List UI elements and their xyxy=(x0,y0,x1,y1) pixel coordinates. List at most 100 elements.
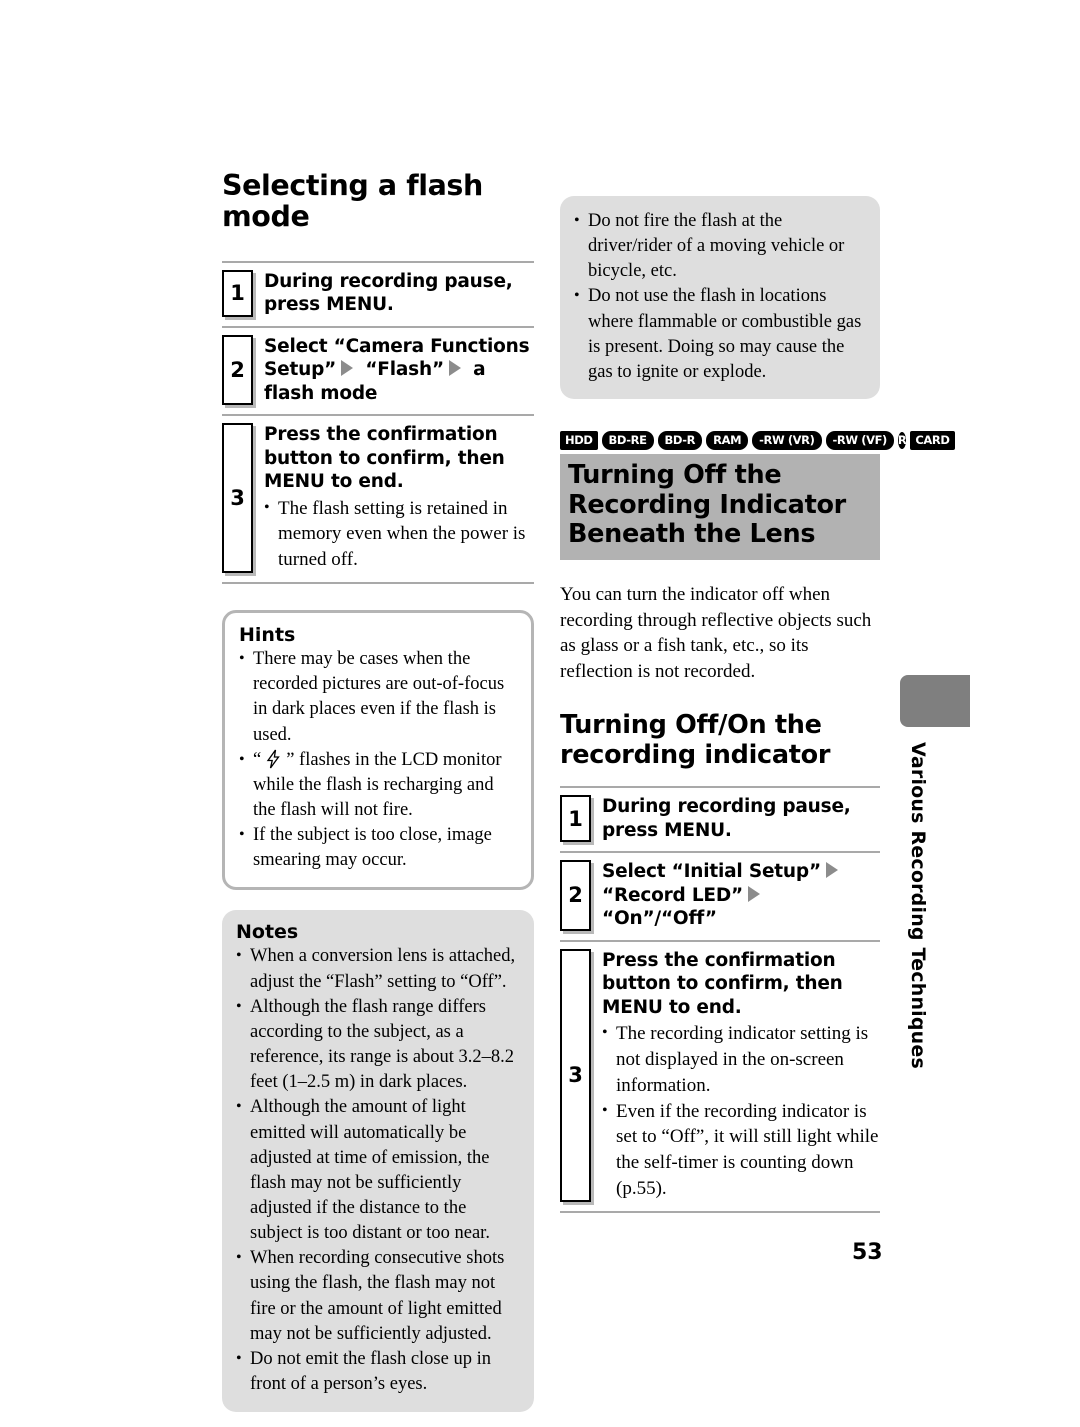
step-item: 1 During recording pause, press MENU. xyxy=(222,263,534,328)
bullet-dot: • xyxy=(239,650,245,668)
bullet-text: Even if the recording indicator is set t… xyxy=(616,1100,879,1200)
step-number: 3 xyxy=(222,423,253,574)
bullet-item: • The flash setting is retained in memor… xyxy=(264,496,534,573)
step-body: During recording pause, press MENU. xyxy=(602,795,880,842)
bullet-text: Although the flash range differs accordi… xyxy=(250,996,515,1093)
step-instruction: During recording pause, press MENU. xyxy=(264,270,513,316)
bullet-item: • There may be cases when the recorded p… xyxy=(239,647,517,748)
bullet-item: • Although the flash range differs accor… xyxy=(236,995,520,1096)
menu-path-part: “Flash” xyxy=(359,359,444,381)
step-instruction: Press the confirmation button to confirm… xyxy=(602,949,843,1018)
hints-title: Hints xyxy=(239,624,296,647)
menu-path-part: “On”/“Off” xyxy=(602,908,717,930)
bullet-text: Although the amount of light emitted wil… xyxy=(250,1097,490,1244)
step-instruction: During recording pause, press MENU. xyxy=(602,796,851,841)
step-instruction: Select “Camera Functions Setup” “Flash” … xyxy=(264,335,534,405)
step-number-wrap: 2 xyxy=(560,860,591,931)
bullet-item: • When a conversion lens is attached, ad… xyxy=(236,944,520,994)
bullet-item: • Even if the recording indicator is set… xyxy=(602,1099,880,1202)
bullet-item: • Although the amount of light emitted w… xyxy=(236,1095,520,1246)
step-note-list: • The flash setting is retained in memor… xyxy=(264,496,534,573)
recording-indicator-step-list: 1 During recording pause, press MENU. 2 … xyxy=(560,786,880,1213)
page-number: 53 xyxy=(852,1240,883,1265)
bullet-dot: • xyxy=(239,826,245,844)
media-icon-bd-r: BD-R xyxy=(657,431,703,451)
step-number-wrap: 3 xyxy=(222,423,253,574)
section-heading-text: Turning Off the Recording Indicator Bene… xyxy=(568,460,846,550)
section-heading-bar: Turning Off the Recording Indicator Bene… xyxy=(560,454,880,560)
bullet-text: If the subject is too close, image smear… xyxy=(253,825,492,871)
step-body: Select “Initial Setup” “Record LED” “On”… xyxy=(602,860,880,930)
bullet-item: • “” flashes in the LCD monitor while th… xyxy=(239,748,517,823)
bullet-dot: • xyxy=(574,212,580,229)
caution-list: • Do not fire the flash at the driver/ri… xyxy=(574,209,864,385)
bullet-item: • If the subject is too close, image sme… xyxy=(239,823,517,873)
step-number-wrap: 2 xyxy=(222,334,253,406)
caution-box: • Do not fire the flash at the driver/ri… xyxy=(560,196,880,400)
step-note-list: • The recording indicator setting is not… xyxy=(602,1021,880,1202)
left-column: Selecting a flash mode 1 During recordin… xyxy=(222,169,534,1413)
manual-page: Selecting a flash mode 1 During recordin… xyxy=(0,0,1080,1427)
bullet-dot: • xyxy=(574,287,580,305)
bullet-dot: • xyxy=(236,997,242,1015)
arrow-right-icon xyxy=(341,360,354,377)
hints-list: • There may be cases when the recorded p… xyxy=(239,647,517,873)
bullet-text: The recording indicator setting is not d… xyxy=(616,1023,869,1096)
step-item: 1 During recording pause, press MENU. xyxy=(560,788,880,854)
chapter-tab-marker xyxy=(900,675,970,727)
page-title: Selecting a flash mode xyxy=(222,169,483,234)
step-number: 3 xyxy=(560,948,591,1202)
bullet-dot: • xyxy=(602,1101,608,1119)
step-body: During recording pause, press MENU. xyxy=(264,270,534,317)
media-icon-ram: RAM xyxy=(706,431,749,451)
intro-paragraph: You can turn the indicator off when reco… xyxy=(560,583,872,683)
step-body: Press the confirmation button to confirm… xyxy=(264,423,534,573)
media-icon-rw-vf: -RW (VF) xyxy=(825,431,894,451)
media-icon-r: R xyxy=(897,432,907,450)
step-instruction: Select “Initial Setup” “Record LED” “On”… xyxy=(602,860,880,930)
bullet-text: The flash setting is retained in memory … xyxy=(278,497,526,571)
media-icon-card: CARD xyxy=(910,431,955,451)
bullet-text: There may be cases when the recorded pic… xyxy=(253,649,505,745)
bullet-dot: • xyxy=(602,1024,608,1042)
media-icon-rw-vr: -RW (VR) xyxy=(752,431,822,451)
menu-path-part: Select “Initial Setup” xyxy=(602,861,821,883)
step-body: Press the confirmation button to confirm… xyxy=(602,949,880,1202)
step-number-wrap: 1 xyxy=(560,795,591,843)
hints-box: Hints • There may be cases when the reco… xyxy=(222,610,534,891)
notes-title: Notes xyxy=(236,921,299,944)
right-column: • Do not fire the flash at the driver/ri… xyxy=(560,196,955,1213)
bullet-item: • The recording indicator setting is not… xyxy=(602,1021,880,1098)
bullet-item: • Do not fire the flash at the driver/ri… xyxy=(574,209,864,284)
bullet-item: • When recording consecutive shots using… xyxy=(236,1246,520,1347)
bullet-text: When recording consecutive shots using t… xyxy=(250,1248,505,1344)
menu-path-part: “Record LED” xyxy=(602,884,743,906)
arrow-right-icon xyxy=(747,885,760,902)
bullet-item: • Do not emit the flash close up in fron… xyxy=(236,1347,520,1397)
notes-box: Notes • When a conversion lens is attach… xyxy=(222,910,534,1413)
step-number-wrap: 1 xyxy=(222,269,253,317)
bullet-dot: • xyxy=(236,947,242,965)
bullet-dot: • xyxy=(236,1249,242,1267)
step-item: 3 Press the confirmation button to confi… xyxy=(560,942,880,1213)
step-number: 2 xyxy=(560,860,591,931)
step-number: 1 xyxy=(560,795,591,843)
bullet-item: • Do not use the flash in locations wher… xyxy=(574,284,864,385)
step-item: 2 Select “Camera Functions Setup” “Flash… xyxy=(222,328,534,417)
bullet-dot: • xyxy=(264,498,270,516)
flash-icon xyxy=(266,749,281,769)
step-item: 2 Select “Initial Setup” “Record LED” “O… xyxy=(560,853,880,942)
media-format-icons: HDD BD-RE BD-R RAM -RW (VR) -RW (VF) R C… xyxy=(560,431,955,451)
media-icon-hdd: HDD xyxy=(560,431,598,451)
bullet-text: Do not fire the flash at the driver/ride… xyxy=(588,211,845,282)
bullet-text: When a conversion lens is attached, adju… xyxy=(250,946,516,992)
bullet-text: Do not use the flash in locations where … xyxy=(588,286,862,382)
bullet-dot: • xyxy=(236,1098,242,1116)
step-number: 1 xyxy=(222,269,253,317)
bullet-text: “” flashes in the LCD monitor while the … xyxy=(253,749,502,820)
step-item: 3 Press the confirmation button to confi… xyxy=(222,416,534,585)
bullet-dot: • xyxy=(239,750,245,768)
flash-mode-step-list: 1 During recording pause, press MENU. 2 … xyxy=(222,260,534,585)
chapter-tab-label: Various Recording Techniques xyxy=(907,742,929,1070)
notes-list: • When a conversion lens is attached, ad… xyxy=(236,944,520,1397)
